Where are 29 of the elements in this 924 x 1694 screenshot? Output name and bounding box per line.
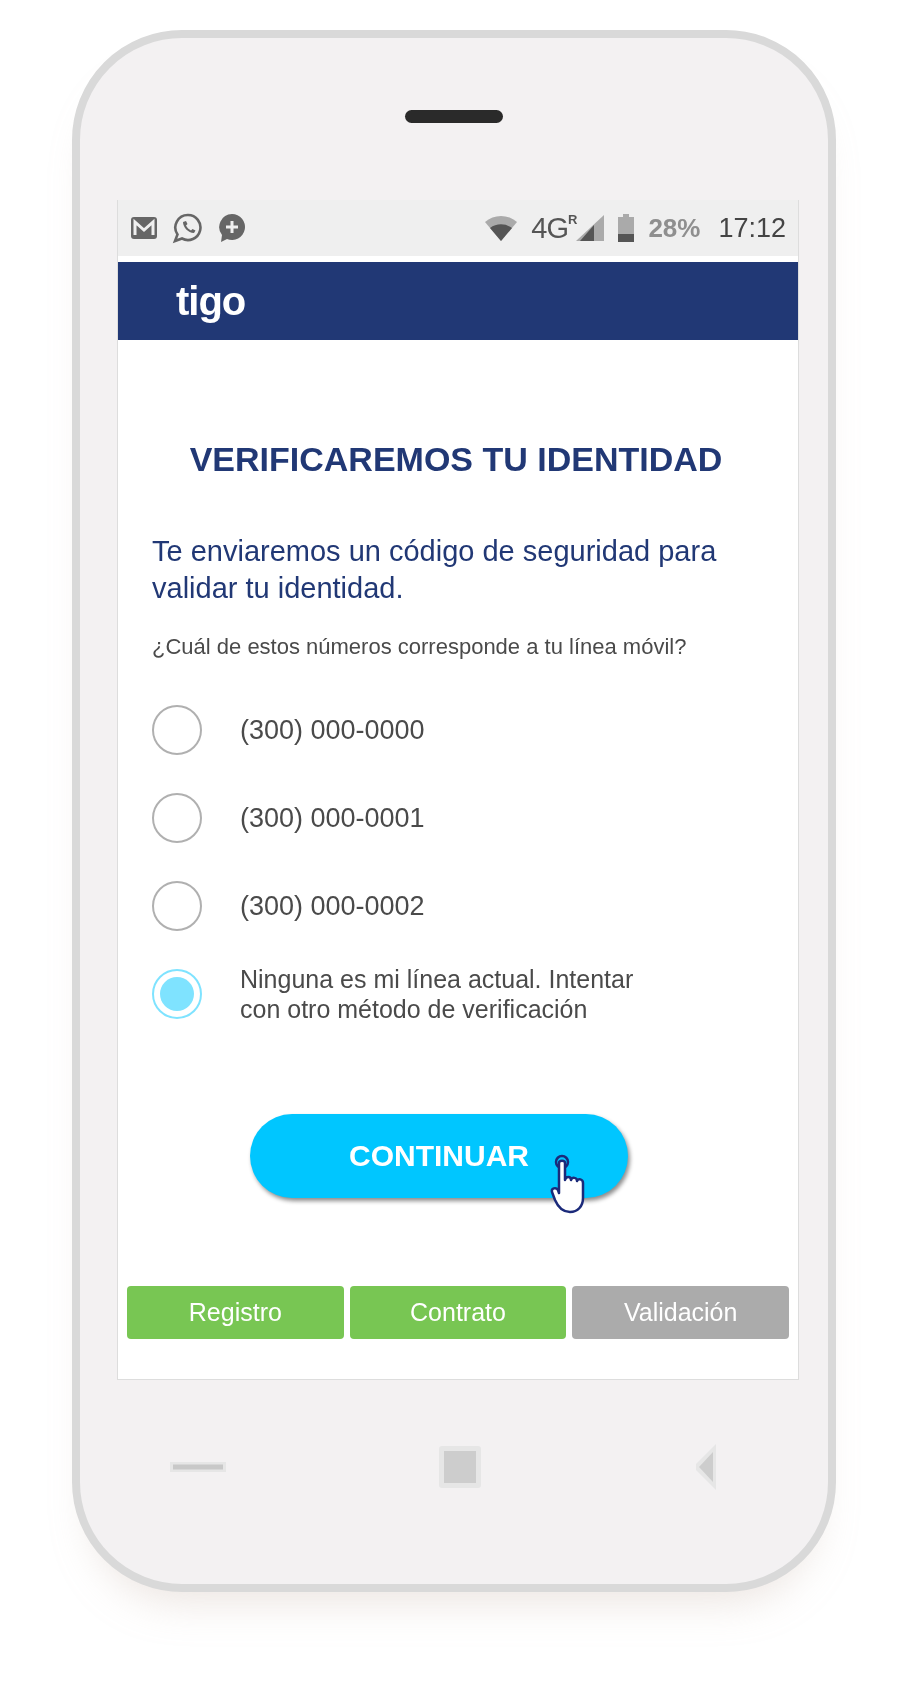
intro-text: Te enviaremos un código de seguridad para validar tu identidad. [152,534,718,606]
option-label: Ninguna es mi línea actual. Intentar con otro método de verificación [240,964,635,1025]
brand-logo: tigo [176,278,246,324]
page-title: VERIFICAREMOS TU IDENTIDAD [188,440,724,479]
option-label: (300) 000-0000 [240,713,425,747]
progress-step: Validación [572,1286,789,1340]
progress-step: Contrato [349,1286,567,1340]
radio-button[interactable] [152,969,202,1020]
battery-icon [618,214,635,242]
network-type: 4G [531,211,568,245]
option-label: (300) 000-0002 [240,889,425,923]
radio-button[interactable] [152,793,202,844]
back-triangle-icon[interactable] [694,1444,718,1491]
question-text: ¿Cuál de estos números corresponde a tu línea móvil? [152,634,688,661]
minus-icon[interactable] [170,1462,226,1473]
square-icon[interactable] [439,1446,481,1489]
plus-bubble-icon [218,213,246,243]
radio-button[interactable] [152,705,202,756]
mail-icon [130,216,158,240]
radio-button[interactable] [152,881,202,932]
option-label: (300) 000-0001 [240,801,425,835]
progress-step: Registro [127,1286,344,1340]
roaming-indicator: R [568,211,577,227]
clock: 17:12 [718,212,786,244]
continue-button[interactable]: CONTINUAR [250,1114,628,1199]
chat-bubble-icon [172,212,204,244]
signal-icon [576,215,605,241]
wifi-icon [485,215,518,241]
battery-percentage: 28% [648,212,701,244]
